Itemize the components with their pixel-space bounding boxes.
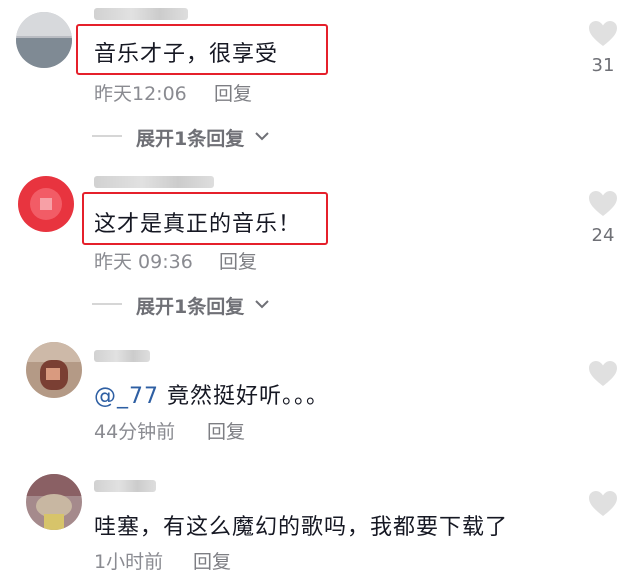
reply-button[interactable]: 回复 xyxy=(193,547,231,574)
heart-icon xyxy=(589,21,617,46)
reply-button[interactable]: 回复 xyxy=(214,79,252,106)
comment-text: @_77 竟然挺好听。。。 xyxy=(94,378,329,410)
chevron-down-icon xyxy=(255,132,269,141)
divider-line xyxy=(92,303,122,305)
like-button[interactable] xyxy=(586,490,620,517)
username[interactable] xyxy=(94,8,188,20)
mention-link[interactable]: @_77 xyxy=(94,384,159,409)
comment-time: 昨天 09:36 xyxy=(94,251,193,273)
reply-button[interactable]: 回复 xyxy=(207,417,245,444)
avatar[interactable] xyxy=(26,342,82,398)
comment-body: 竟然挺好听。。。 xyxy=(159,384,329,409)
expand-replies-label: 展开1条回复 xyxy=(136,296,245,318)
like-button[interactable]: 24 xyxy=(586,190,620,246)
like-button[interactable]: 31 xyxy=(586,20,620,76)
like-button[interactable] xyxy=(586,360,620,387)
comment-text: 这才是真正的音乐！ xyxy=(94,212,302,237)
avatar[interactable] xyxy=(18,176,74,232)
like-count: 31 xyxy=(591,55,615,76)
username[interactable] xyxy=(94,176,214,188)
comment-time: 1小时前 xyxy=(94,551,164,573)
expand-replies-button[interactable]: 展开1条回复 xyxy=(92,124,292,150)
expand-replies-label: 展开1条回复 xyxy=(136,128,245,150)
heart-icon xyxy=(589,191,617,216)
expand-replies-button[interactable]: 展开1条回复 xyxy=(92,292,292,318)
username[interactable] xyxy=(94,350,150,362)
heart-icon xyxy=(589,491,617,516)
like-count: 24 xyxy=(591,225,615,246)
avatar[interactable] xyxy=(16,12,72,68)
divider-line xyxy=(92,135,122,137)
username[interactable] xyxy=(94,480,156,492)
heart-icon xyxy=(589,361,617,386)
comment-time: 44分钟前 xyxy=(94,421,176,443)
avatar[interactable] xyxy=(26,474,82,530)
chevron-down-icon xyxy=(255,300,269,309)
comment-text: 音乐才子，很享受 xyxy=(94,42,279,67)
reply-button[interactable]: 回复 xyxy=(219,247,257,274)
comment-time: 昨天12:06 xyxy=(94,83,187,105)
comment-text: 哇塞，有这么魔幻的歌吗，我都要下载了 xyxy=(94,515,509,540)
